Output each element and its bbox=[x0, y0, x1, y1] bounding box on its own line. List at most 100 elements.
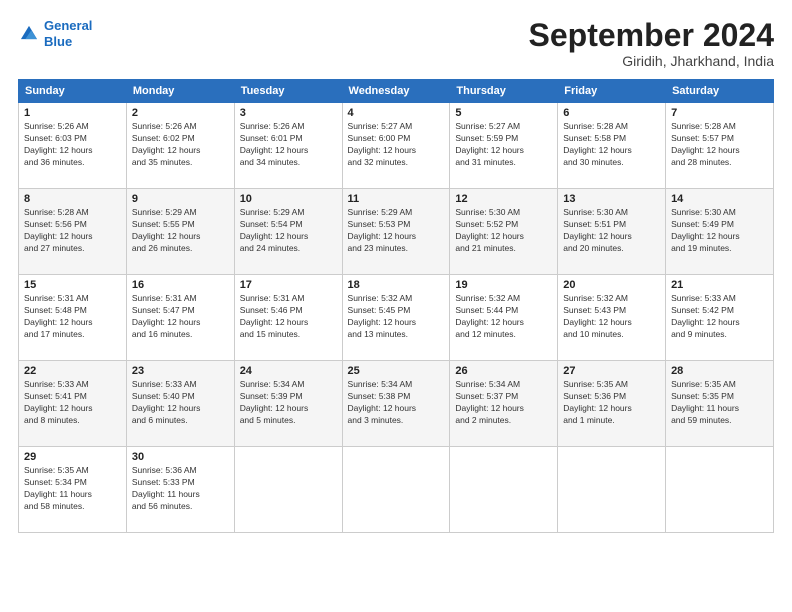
day-number: 3 bbox=[240, 107, 337, 119]
day-info: Sunrise: 5:31 AM Sunset: 5:46 PM Dayligh… bbox=[240, 293, 337, 341]
day-number: 30 bbox=[132, 451, 229, 463]
logo-icon bbox=[18, 23, 40, 45]
calendar-cell: 17 Sunrise: 5:31 AM Sunset: 5:46 PM Dayli… bbox=[234, 275, 342, 361]
day-info: Sunrise: 5:27 AM Sunset: 5:59 PM Dayligh… bbox=[455, 121, 552, 169]
day-number: 7 bbox=[671, 107, 768, 119]
day-number: 22 bbox=[24, 365, 121, 377]
calendar-cell: 8 Sunrise: 5:28 AM Sunset: 5:56 PM Daylig… bbox=[19, 189, 127, 275]
day-info: Sunrise: 5:28 AM Sunset: 5:58 PM Dayligh… bbox=[563, 121, 660, 169]
calendar-cell: 6 Sunrise: 5:28 AM Sunset: 5:58 PM Daylig… bbox=[558, 103, 666, 189]
calendar-cell: 13Sunrise: 5:30 AM Sunset: 5:51 PM Dayli… bbox=[558, 189, 666, 275]
calendar-week-2: 8 Sunrise: 5:28 AM Sunset: 5:56 PM Daylig… bbox=[19, 189, 774, 275]
calendar-cell bbox=[666, 447, 774, 533]
day-info: Sunrise: 5:27 AM Sunset: 6:00 PM Dayligh… bbox=[348, 121, 445, 169]
day-info: Sunrise: 5:30 AM Sunset: 5:52 PM Dayligh… bbox=[455, 207, 552, 255]
header-friday: Friday bbox=[558, 80, 666, 103]
calendar-cell: 18 Sunrise: 5:32 AM Sunset: 5:45 PM Dayli… bbox=[342, 275, 450, 361]
day-number: 12 bbox=[455, 193, 552, 205]
calendar-cell: 16 Sunrise: 5:31 AM Sunset: 5:47 PM Dayli… bbox=[126, 275, 234, 361]
day-number: 2 bbox=[132, 107, 229, 119]
day-number: 11 bbox=[348, 193, 445, 205]
calendar-cell bbox=[342, 447, 450, 533]
day-info: Sunrise: 5:33 AM Sunset: 5:41 PM Dayligh… bbox=[24, 379, 121, 427]
day-number: 26 bbox=[455, 365, 552, 377]
calendar-cell: 30 Sunrise: 5:36 AM Sunset: 5:33 PM Dayli… bbox=[126, 447, 234, 533]
calendar-cell: 21 Sunrise: 5:33 AM Sunset: 5:42 PM Dayli… bbox=[666, 275, 774, 361]
day-number: 8 bbox=[24, 193, 121, 205]
month-title: September 2024 bbox=[529, 18, 774, 53]
header-saturday: Saturday bbox=[666, 80, 774, 103]
day-info: Sunrise: 5:29 AM Sunset: 5:55 PM Dayligh… bbox=[132, 207, 229, 255]
day-info: Sunrise: 5:35 AM Sunset: 5:35 PM Dayligh… bbox=[671, 379, 768, 427]
calendar-cell: 14 Sunrise: 5:30 AM Sunset: 5:49 PM Dayli… bbox=[666, 189, 774, 275]
day-info: Sunrise: 5:26 AM Sunset: 6:03 PM Dayligh… bbox=[24, 121, 121, 169]
day-number: 1 bbox=[24, 107, 121, 119]
day-info: Sunrise: 5:32 AM Sunset: 5:45 PM Dayligh… bbox=[348, 293, 445, 341]
calendar-cell: 24 Sunrise: 5:34 AM Sunset: 5:39 PM Dayli… bbox=[234, 361, 342, 447]
page: General Blue September 2024 Giridih, Jha… bbox=[0, 0, 792, 612]
header-sunday: Sunday bbox=[19, 80, 127, 103]
day-info: Sunrise: 5:36 AM Sunset: 5:33 PM Dayligh… bbox=[132, 465, 229, 513]
title-area: September 2024 Giridih, Jharkhand, India bbox=[529, 18, 774, 69]
day-number: 20 bbox=[563, 279, 660, 291]
calendar-cell: 11 Sunrise: 5:29 AM Sunset: 5:53 PM Dayli… bbox=[342, 189, 450, 275]
day-number: 17 bbox=[240, 279, 337, 291]
day-info: Sunrise: 5:31 AM Sunset: 5:47 PM Dayligh… bbox=[132, 293, 229, 341]
calendar-cell: 2 Sunrise: 5:26 AM Sunset: 6:02 PM Daylig… bbox=[126, 103, 234, 189]
day-info: Sunrise: 5:30 AM Sunset: 5:49 PM Dayligh… bbox=[671, 207, 768, 255]
header-tuesday: Tuesday bbox=[234, 80, 342, 103]
day-number: 28 bbox=[671, 365, 768, 377]
day-number: 18 bbox=[348, 279, 445, 291]
day-info: Sunrise: 5:34 AM Sunset: 5:37 PM Dayligh… bbox=[455, 379, 552, 427]
day-number: 16 bbox=[132, 279, 229, 291]
day-number: 6 bbox=[563, 107, 660, 119]
day-info: Sunrise: 5:34 AM Sunset: 5:39 PM Dayligh… bbox=[240, 379, 337, 427]
calendar-cell: 12 Sunrise: 5:30 AM Sunset: 5:52 PM Dayli… bbox=[450, 189, 558, 275]
day-info: Sunrise: 5:28 AM Sunset: 5:56 PM Dayligh… bbox=[24, 207, 121, 255]
day-info: Sunrise: 5:35 AM Sunset: 5:34 PM Dayligh… bbox=[24, 465, 121, 513]
calendar-cell: 19Sunrise: 5:32 AM Sunset: 5:44 PM Dayli… bbox=[450, 275, 558, 361]
header: General Blue September 2024 Giridih, Jha… bbox=[18, 18, 774, 69]
day-number: 21 bbox=[671, 279, 768, 291]
day-number: 15 bbox=[24, 279, 121, 291]
logo: General Blue bbox=[18, 18, 92, 49]
logo-line1: General bbox=[44, 18, 92, 33]
calendar-cell: 5Sunrise: 5:27 AM Sunset: 5:59 PM Daylig… bbox=[450, 103, 558, 189]
day-info: Sunrise: 5:33 AM Sunset: 5:40 PM Dayligh… bbox=[132, 379, 229, 427]
day-info: Sunrise: 5:29 AM Sunset: 5:53 PM Dayligh… bbox=[348, 207, 445, 255]
day-info: Sunrise: 5:32 AM Sunset: 5:44 PM Dayligh… bbox=[455, 293, 552, 341]
calendar-cell: 1 Sunrise: 5:26 AM Sunset: 6:03 PM Daylig… bbox=[19, 103, 127, 189]
calendar-cell: 9Sunrise: 5:29 AM Sunset: 5:55 PM Daylig… bbox=[126, 189, 234, 275]
calendar-week-3: 15 Sunrise: 5:31 AM Sunset: 5:48 PM Dayli… bbox=[19, 275, 774, 361]
logo-text: General Blue bbox=[44, 18, 92, 49]
calendar-cell: 4Sunrise: 5:27 AM Sunset: 6:00 PM Daylig… bbox=[342, 103, 450, 189]
header-monday: Monday bbox=[126, 80, 234, 103]
day-info: Sunrise: 5:26 AM Sunset: 6:02 PM Dayligh… bbox=[132, 121, 229, 169]
calendar-cell bbox=[234, 447, 342, 533]
day-number: 13 bbox=[563, 193, 660, 205]
day-info: Sunrise: 5:31 AM Sunset: 5:48 PM Dayligh… bbox=[24, 293, 121, 341]
day-number: 29 bbox=[24, 451, 121, 463]
calendar-table: Sunday Monday Tuesday Wednesday Thursday… bbox=[18, 79, 774, 533]
day-info: Sunrise: 5:26 AM Sunset: 6:01 PM Dayligh… bbox=[240, 121, 337, 169]
location: Giridih, Jharkhand, India bbox=[529, 53, 774, 69]
calendar-cell: 7Sunrise: 5:28 AM Sunset: 5:57 PM Daylig… bbox=[666, 103, 774, 189]
calendar-cell: 23 Sunrise: 5:33 AM Sunset: 5:40 PM Dayli… bbox=[126, 361, 234, 447]
day-number: 24 bbox=[240, 365, 337, 377]
day-number: 14 bbox=[671, 193, 768, 205]
calendar-cell: 3 Sunrise: 5:26 AM Sunset: 6:01 PM Daylig… bbox=[234, 103, 342, 189]
calendar-cell: 27Sunrise: 5:35 AM Sunset: 5:36 PM Dayli… bbox=[558, 361, 666, 447]
calendar-cell: 20 Sunrise: 5:32 AM Sunset: 5:43 PM Dayli… bbox=[558, 275, 666, 361]
day-number: 10 bbox=[240, 193, 337, 205]
calendar-cell: 28 Sunrise: 5:35 AM Sunset: 5:35 PM Dayli… bbox=[666, 361, 774, 447]
calendar-cell: 29 Sunrise: 5:35 AM Sunset: 5:34 PM Dayli… bbox=[19, 447, 127, 533]
day-number: 23 bbox=[132, 365, 229, 377]
day-info: Sunrise: 5:33 AM Sunset: 5:42 PM Dayligh… bbox=[671, 293, 768, 341]
calendar-cell bbox=[558, 447, 666, 533]
day-info: Sunrise: 5:29 AM Sunset: 5:54 PM Dayligh… bbox=[240, 207, 337, 255]
calendar-cell: 10 Sunrise: 5:29 AM Sunset: 5:54 PM Dayli… bbox=[234, 189, 342, 275]
day-info: Sunrise: 5:32 AM Sunset: 5:43 PM Dayligh… bbox=[563, 293, 660, 341]
day-info: Sunrise: 5:35 AM Sunset: 5:36 PM Dayligh… bbox=[563, 379, 660, 427]
calendar-week-1: 1 Sunrise: 5:26 AM Sunset: 6:03 PM Daylig… bbox=[19, 103, 774, 189]
calendar-week-5: 29 Sunrise: 5:35 AM Sunset: 5:34 PM Dayli… bbox=[19, 447, 774, 533]
